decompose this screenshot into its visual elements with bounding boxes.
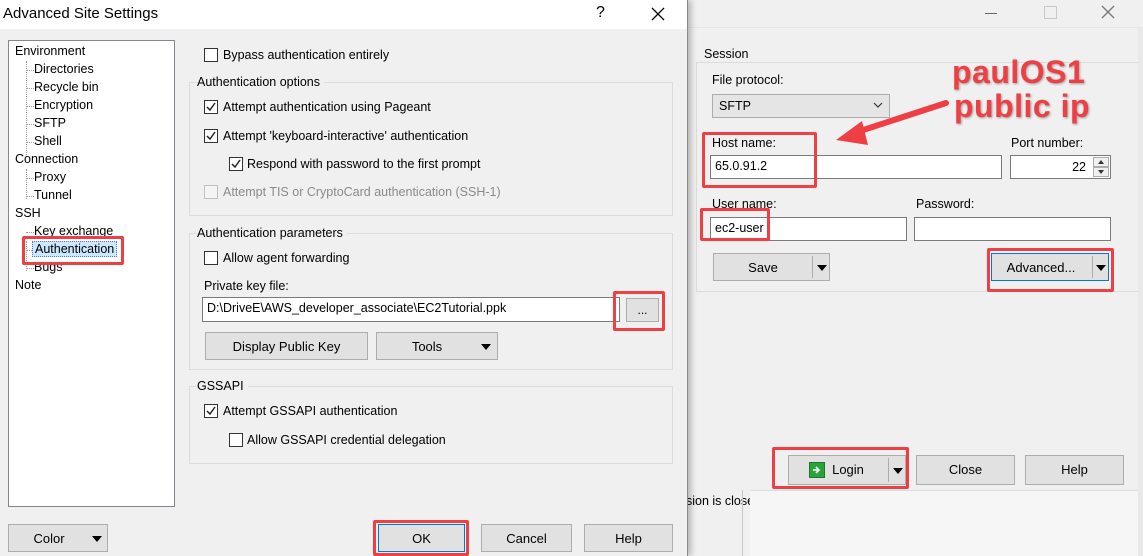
stepper-down-icon[interactable] — [1093, 167, 1109, 177]
maximize-icon[interactable] — [1044, 6, 1057, 19]
help-button[interactable]: Help — [584, 524, 673, 552]
gssapi-attempt-label: Attempt GSSAPI authentication — [223, 404, 398, 418]
dialog-title: Advanced Site Settings — [3, 5, 159, 22]
private-key-label: Private key file: — [204, 279, 289, 293]
agent-forwarding-label: Allow agent forwarding — [223, 251, 350, 265]
annotation-line1: paulOS1 — [952, 54, 1086, 90]
user-name-highlight — [700, 208, 770, 241]
file-protocol-label: File protocol: — [712, 73, 784, 87]
tree-item-encryption[interactable]: Encryption — [34, 98, 93, 112]
gssapi-delegation-checkbox[interactable] — [229, 433, 243, 447]
save-dropdown-icon[interactable] — [817, 265, 827, 271]
kbd-interactive-label: Attempt 'keyboard-interactive' authentic… — [223, 129, 469, 143]
bypass-checkbox[interactable] — [204, 48, 218, 62]
agent-forwarding-checkbox[interactable] — [204, 251, 218, 265]
respond-password-label: Respond with password to the first promp… — [247, 157, 481, 171]
close-icon[interactable] — [648, 4, 668, 24]
browse-highlight — [613, 291, 665, 331]
cancel-button[interactable]: Cancel — [481, 524, 572, 552]
annotation-arrow — [836, 100, 949, 145]
pageant-checkbox[interactable] — [204, 100, 218, 114]
close-icon[interactable] — [1099, 3, 1117, 21]
tree-item-tunnel[interactable]: Tunnel — [34, 188, 72, 202]
tree-item-note[interactable]: Note — [15, 278, 41, 292]
login-window: Session File protocol: SFTP Host name: 6… — [686, 0, 1143, 556]
tree-item-recycle-bin[interactable]: Recycle bin — [34, 80, 99, 94]
tree-item-sftp[interactable]: SFTP — [34, 116, 66, 130]
status-divider — [742, 490, 743, 556]
status-panel — [750, 490, 1143, 556]
stepper-up-icon[interactable] — [1093, 157, 1109, 167]
title-divider — [686, 27, 1143, 28]
help-button[interactable]: Help — [1025, 455, 1124, 485]
port-number-stepper[interactable]: 22 — [1010, 155, 1111, 179]
advanced-highlight — [987, 248, 1114, 292]
advanced-site-settings-dialog: Advanced Site Settings ? Environment Dir… — [0, 0, 688, 556]
auth-params-title: Authentication parameters — [197, 226, 347, 240]
tools-dropdown-icon — [481, 344, 491, 350]
help-icon[interactable]: ? — [596, 4, 605, 22]
gssapi-attempt-checkbox[interactable] — [204, 404, 218, 418]
tree-item-connection[interactable]: Connection — [15, 152, 78, 166]
save-button[interactable]: Save — [713, 253, 830, 281]
session-group-title: Session — [704, 47, 753, 61]
tree-item-directories[interactable]: Directories — [34, 62, 94, 76]
tools-button[interactable]: Tools — [376, 332, 498, 360]
tis-checkbox — [204, 185, 218, 199]
ok-highlight — [373, 520, 469, 556]
login-highlight — [772, 447, 909, 489]
display-public-key-button[interactable]: Display Public Key — [205, 332, 368, 360]
tree-item-proxy[interactable]: Proxy — [34, 170, 66, 184]
right-edge-strip — [1138, 28, 1143, 556]
port-number-value: 22 — [1072, 160, 1086, 174]
password-label: Password: — [916, 197, 975, 211]
tree-item-shell[interactable]: Shell — [34, 134, 62, 148]
gssapi-group — [189, 386, 673, 464]
password-input[interactable] — [914, 217, 1111, 241]
close-button[interactable]: Close — [916, 455, 1015, 485]
pageant-label: Attempt authentication using Pageant — [223, 100, 431, 114]
auth-options-title: Authentication options — [197, 75, 325, 89]
color-button[interactable]: Color — [8, 524, 108, 552]
annotation-line2: public ip — [954, 88, 1091, 124]
file-protocol-value: SFTP — [719, 99, 751, 113]
host-name-highlight — [702, 132, 817, 188]
respond-password-checkbox[interactable] — [229, 157, 243, 171]
kbd-interactive-checkbox[interactable] — [204, 129, 218, 143]
minimize-icon[interactable] — [984, 6, 998, 20]
tis-label: Attempt TIS or CryptoCard authentication… — [223, 185, 501, 199]
tree-item-ssh[interactable]: SSH — [15, 206, 41, 220]
port-number-label: Port number: — [1011, 136, 1084, 150]
color-dropdown-icon — [92, 536, 102, 542]
private-key-input[interactable]: D:\DriveE\AWS_developer_associate\EC2Tut… — [202, 297, 620, 322]
settings-tree: Environment Directories Recycle bin Encr… — [8, 40, 175, 507]
gssapi-delegation-label: Allow GSSAPI credential delegation — [247, 433, 446, 447]
bypass-label: Bypass authentication entirely — [223, 48, 390, 62]
tree-item-environment[interactable]: Environment — [15, 44, 85, 58]
authentication-highlight — [22, 236, 124, 265]
gssapi-title: GSSAPI — [197, 379, 248, 393]
